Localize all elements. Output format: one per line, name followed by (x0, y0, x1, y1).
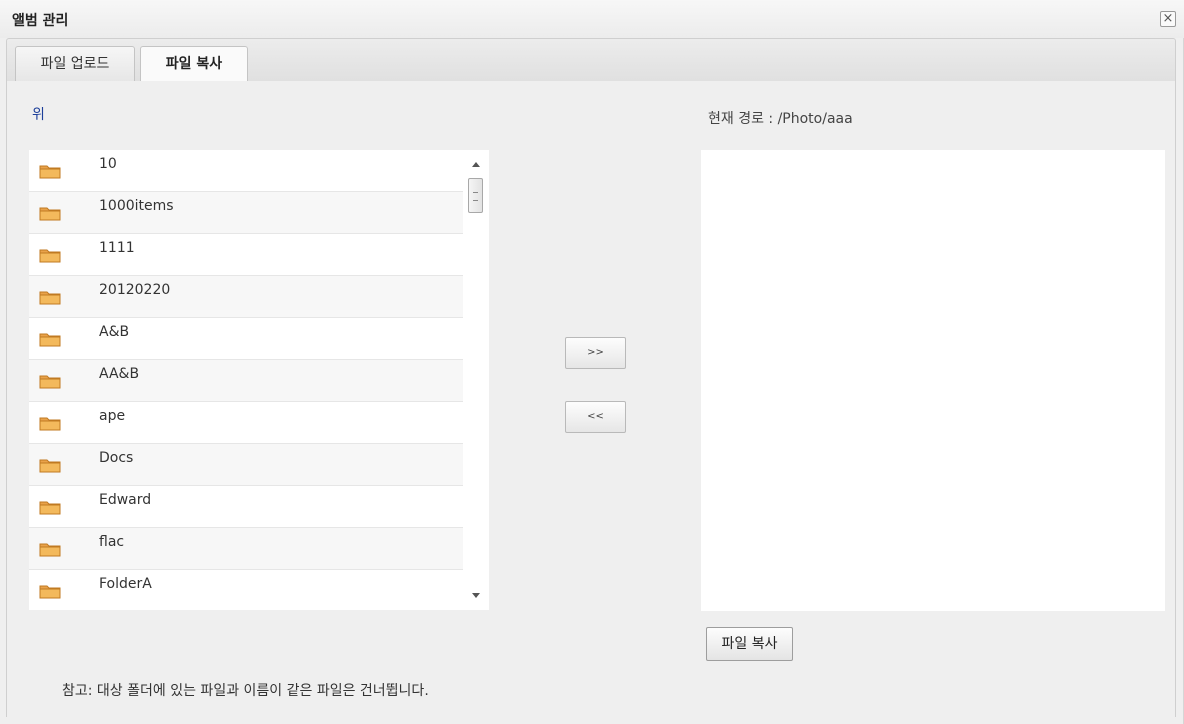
scroll-down-arrow[interactable] (472, 593, 480, 598)
folder-list-item[interactable]: 1111 (29, 234, 463, 276)
album-management-dialog: 앨범 관리 × 파일 업로드 파일 복사 위 현재 경로 : /Photo/aa… (0, 0, 1184, 724)
close-button[interactable]: × (1160, 11, 1176, 27)
folder-list-item[interactable]: 20120220 (29, 276, 463, 318)
folder-name: Docs (99, 450, 134, 466)
destination-list[interactable] (701, 150, 1165, 611)
folder-list-item[interactable]: AA&B (29, 360, 463, 402)
note-text: 참고: 대상 폴더에 있는 파일과 이름이 같은 파일은 건너뜁니다. (62, 683, 429, 699)
close-icon: × (1162, 11, 1174, 26)
folder-name: FolderA (99, 576, 152, 592)
folder-icon (39, 247, 61, 263)
folder-name: Edward (99, 492, 152, 508)
dialog-titlebar: 앨범 관리 × (0, 0, 1184, 38)
scrollbar[interactable] (463, 150, 489, 610)
folder-list-item[interactable]: FolderA (29, 570, 463, 610)
tab-file-copy[interactable]: 파일 복사 (140, 46, 248, 83)
folder-list-item[interactable]: 10 (29, 150, 463, 192)
folder-icon (39, 583, 61, 599)
scroll-up-arrow[interactable] (472, 162, 480, 167)
scroll-thumb[interactable] (468, 178, 483, 213)
folder-name: 1111 (99, 240, 135, 256)
folder-icon (39, 205, 61, 221)
tab-file-upload[interactable]: 파일 업로드 (15, 46, 135, 82)
dialog-title: 앨범 관리 (12, 13, 69, 29)
folder-name: 10 (99, 156, 117, 172)
move-right-button[interactable]: >> (565, 337, 626, 369)
folder-list-item[interactable]: Edward (29, 486, 463, 528)
folder-icon (39, 541, 61, 557)
folder-icon (39, 457, 61, 473)
folder-icon (39, 373, 61, 389)
folder-name: A&B (99, 324, 130, 340)
folder-name: 1000items (99, 198, 174, 214)
folder-icon (39, 289, 61, 305)
folder-icon (39, 415, 61, 431)
folder-icon (39, 163, 61, 179)
up-folder-link[interactable]: 위 (32, 104, 45, 124)
folder-name: ape (99, 408, 126, 424)
move-left-button[interactable]: << (565, 401, 626, 433)
folder-list-item[interactable]: 1000items (29, 192, 463, 234)
folder-list-item[interactable]: A&B (29, 318, 463, 360)
tab-bar: 파일 업로드 파일 복사 (6, 38, 1176, 83)
folder-icon (39, 331, 61, 347)
folder-list-item[interactable]: Docs (29, 444, 463, 486)
copy-files-button[interactable]: 파일 복사 (706, 627, 793, 661)
folder-list-item[interactable]: flac (29, 528, 463, 570)
source-folder-list[interactable]: 10 1000items 1111 20120220 A&B AA&B ape Docs Edw… (29, 150, 489, 610)
current-path-label: 현재 경로 : /Photo/aaa (708, 111, 853, 127)
folder-list-item[interactable]: ape (29, 402, 463, 444)
folder-name: AA&B (99, 366, 140, 382)
folder-icon (39, 499, 61, 515)
folder-name: flac (99, 534, 125, 550)
folder-name: 20120220 (99, 282, 171, 298)
